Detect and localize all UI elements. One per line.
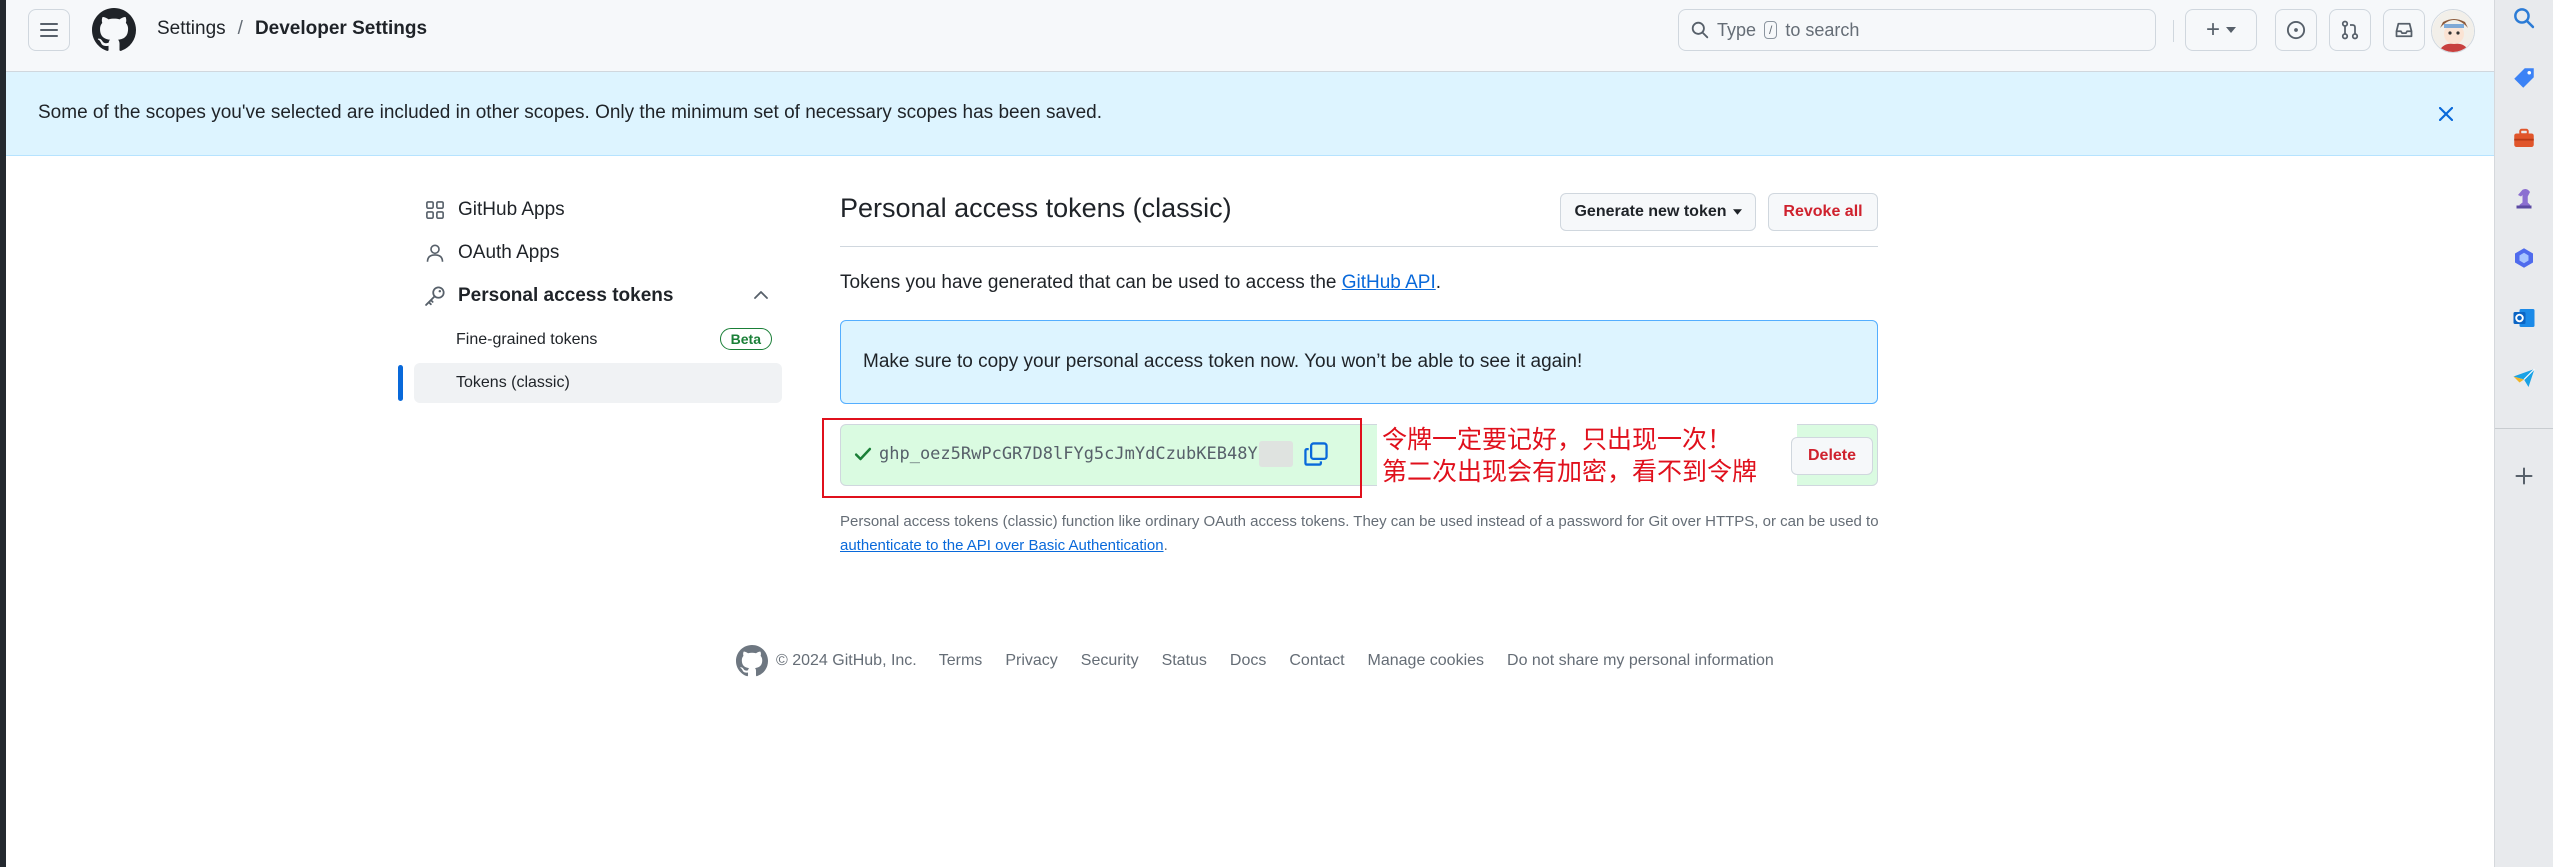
rail-divider: [2495, 428, 2553, 429]
rail-search-button[interactable]: [2510, 4, 2538, 32]
github-footer-logo-icon[interactable]: [736, 645, 768, 677]
triangle-down-icon: [1732, 209, 1742, 215]
search-icon: [1691, 21, 1709, 39]
sidebar-item-github-apps[interactable]: GitHub Apps: [414, 190, 782, 230]
search-icon: [2514, 8, 2535, 29]
footer-link-docs[interactable]: Docs: [1230, 652, 1266, 670]
plus-icon: [2515, 467, 2533, 485]
git-pull-request-icon: [2341, 20, 2359, 40]
header-divider: [2173, 20, 2174, 42]
footer-link-status[interactable]: Status: [1162, 652, 1207, 670]
tag-icon: [2514, 68, 2534, 88]
scopes-info-banner: Some of the scopes you've selected are i…: [6, 72, 2494, 156]
annotation-line-1: 令牌一定要记好，只出现一次！: [1382, 425, 1733, 454]
github-page: Settings / Developer Settings Type / to …: [6, 0, 2494, 867]
search-placeholder-suffix: to search: [1785, 19, 1860, 40]
browser-side-rail: [2494, 0, 2553, 867]
apps-grid-icon: [424, 199, 446, 221]
breadcrumb-settings[interactable]: Settings: [157, 18, 226, 40]
help-text: Personal access tokens (classic) functio…: [840, 513, 1879, 530]
generate-new-token-label: Generate new token: [1574, 203, 1727, 220]
beta-badge: Beta: [719, 328, 772, 350]
annotation-note: 令牌一定要记好，只出现一次！ 第二次出现会有加密，看不到令牌: [1382, 424, 1757, 488]
footer-copyright: © 2024 GitHub, Inc.: [776, 652, 917, 669]
github-logo-icon[interactable]: [92, 8, 136, 52]
breadcrumb-developer-settings[interactable]: Developer Settings: [255, 18, 427, 40]
toolbox-icon: [2514, 128, 2534, 147]
person-icon: [424, 242, 446, 264]
footer-link-contact[interactable]: Contact: [1289, 652, 1344, 670]
description-text: Tokens you have generated that can be us…: [840, 272, 1342, 293]
hamburger-icon: [40, 23, 58, 37]
tokens-description: Tokens you have generated that can be us…: [840, 272, 1441, 294]
rail-outlook-button[interactable]: [2510, 304, 2538, 332]
sidebar-item-label: GitHub Apps: [458, 199, 565, 220]
rail-games-button[interactable]: [2510, 184, 2538, 212]
chess-piece-icon: [2516, 189, 2532, 209]
rail-tools-button[interactable]: [2510, 124, 2538, 152]
chevron-up-icon[interactable]: [754, 290, 768, 300]
page-footer: © 2024 GitHub, Inc. Terms Privacy Securi…: [736, 644, 1797, 678]
breadcrumb-separator: /: [237, 18, 243, 39]
outlook-icon: [2513, 309, 2535, 327]
rail-shopping-button[interactable]: [2510, 64, 2538, 92]
sidebar-item-label: Personal access tokens: [458, 285, 674, 306]
generate-new-token-button[interactable]: Generate new token: [1560, 193, 1756, 231]
close-icon: [2439, 107, 2453, 121]
page-title: Personal access tokens (classic): [840, 193, 1232, 223]
title-divider: [840, 246, 1878, 247]
search-placeholder-prefix: Type: [1717, 19, 1757, 40]
user-avatar[interactable]: [2431, 9, 2475, 53]
sidebar-item-fine-grained-tokens[interactable]: Fine-grained tokens Beta: [414, 320, 782, 360]
create-new-button[interactable]: +: [2185, 9, 2257, 51]
basic-auth-link[interactable]: authenticate to the API over Basic Authe…: [840, 537, 1164, 554]
breadcrumb: Settings / Developer Settings: [157, 18, 427, 40]
sidebar-item-label: Tokens (classic): [456, 374, 570, 391]
key-icon: [424, 285, 446, 307]
rail-send-button[interactable]: [2510, 364, 2538, 392]
issue-opened-icon: [2286, 20, 2306, 40]
triangle-down-icon: [2226, 27, 2236, 33]
sidebar-item-personal-access-tokens[interactable]: Personal access tokens: [414, 276, 782, 316]
footer-link-terms[interactable]: Terms: [939, 652, 983, 670]
footer-link-security[interactable]: Security: [1081, 652, 1139, 670]
delete-token-button[interactable]: Delete: [1791, 437, 1873, 475]
rail-add-button[interactable]: [2510, 462, 2538, 490]
menu-button[interactable]: [28, 9, 70, 51]
footer-link-do-not-share[interactable]: Do not share my personal information: [1507, 652, 1774, 670]
sidebar-item-label: Fine-grained tokens: [456, 331, 598, 348]
revoke-all-button[interactable]: Revoke all: [1768, 193, 1878, 231]
description-suffix: .: [1435, 272, 1442, 293]
annotation-line-2: 第二次出现会有加密，看不到令牌: [1382, 457, 1758, 486]
footer-link-privacy[interactable]: Privacy: [1005, 652, 1057, 670]
help-suffix: .: [1163, 537, 1168, 554]
issues-button[interactable]: [2275, 9, 2317, 51]
plus-icon: +: [2205, 16, 2220, 43]
footer-link-manage-cookies[interactable]: Manage cookies: [1368, 652, 1485, 670]
copilot-icon: [2515, 248, 2533, 268]
rail-copilot-button[interactable]: [2510, 244, 2538, 272]
sidebar-item-tokens-classic[interactable]: Tokens (classic): [414, 363, 782, 403]
banner-message: Some of the scopes you've selected are i…: [38, 102, 1102, 123]
top-header: Settings / Developer Settings Type / to …: [6, 0, 2494, 72]
active-indicator: [398, 365, 403, 401]
pull-requests-button[interactable]: [2329, 9, 2371, 51]
search-shortcut-key: /: [1764, 21, 1778, 39]
avatar-image-icon: [2432, 10, 2474, 52]
inbox-button[interactable]: [2383, 9, 2425, 51]
github-api-link[interactable]: GitHub API: [1342, 272, 1436, 293]
token-highlight-box: [822, 418, 1362, 498]
search-input[interactable]: Type / to search: [1678, 9, 2156, 51]
banner-close-button[interactable]: [2426, 94, 2466, 134]
sidebar-item-oauth-apps[interactable]: OAuth Apps: [414, 233, 782, 273]
tokens-help-text: Personal access tokens (classic) functio…: [840, 510, 1880, 558]
copy-token-warning: Make sure to copy your personal access t…: [840, 320, 1878, 404]
inbox-icon: [2395, 22, 2413, 38]
paper-plane-icon: [2513, 368, 2535, 387]
sidebar-item-label: OAuth Apps: [458, 242, 560, 263]
